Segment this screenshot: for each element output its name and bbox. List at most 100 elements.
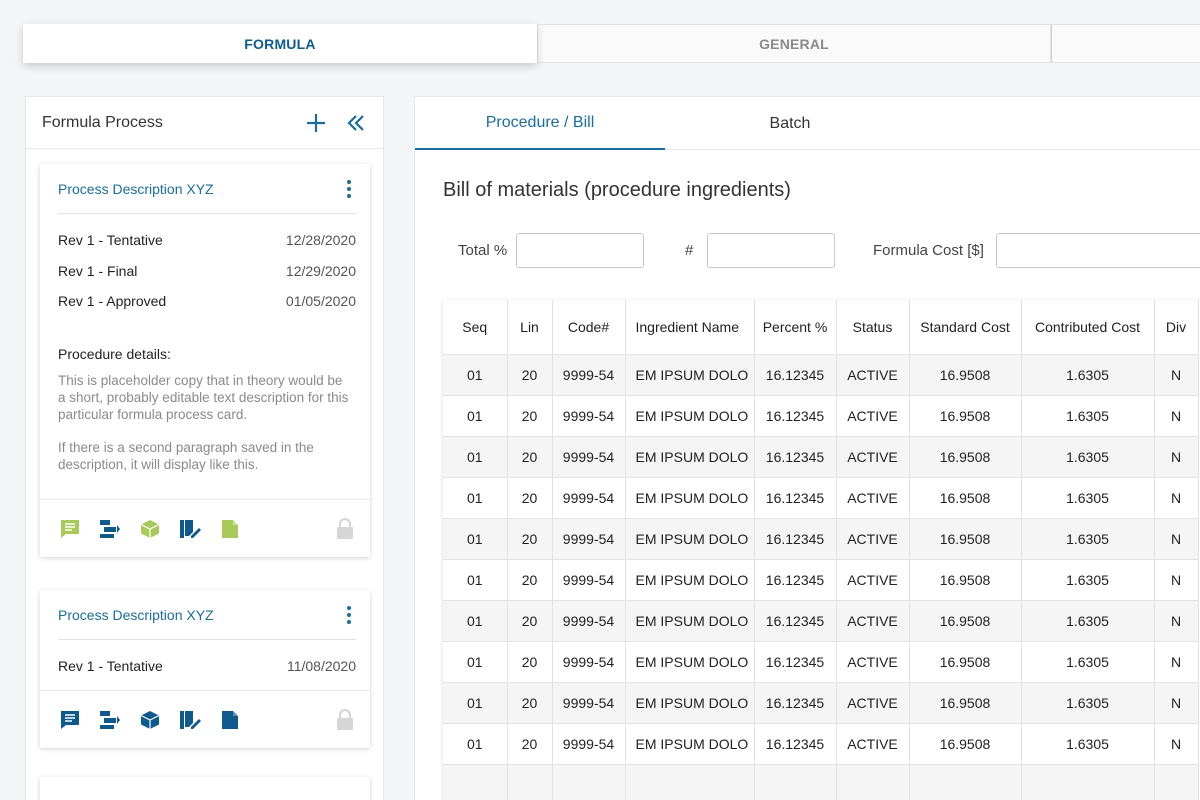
table-cell: 1.6305: [1021, 436, 1155, 478]
table-row[interactable]: 01 20 9999-54 EM IPSUM DOLO 16.12345 ACTIVE 16…: [443, 723, 1199, 765]
revision-row[interactable]: Rev 1 - Tentative 12/28/2020: [58, 232, 356, 263]
process-card[interactable]: [40, 777, 370, 800]
card-header: Process Description XYZ: [58, 590, 356, 640]
table-cell: 16.9508: [909, 477, 1022, 519]
table-cell: 20: [507, 477, 553, 519]
ingredients-table: Seq Lin Code# Ingredient Name Percent % Statu…: [443, 300, 1199, 800]
revision-row[interactable]: Rev 1 - Approved 01/05/2020: [58, 293, 356, 324]
table-row[interactable]: 01 20 9999-54 EM IPSUM DOLO 16.12345 ACTIVE 16…: [443, 518, 1199, 560]
table-cell: 20: [507, 436, 553, 478]
column-header[interactable]: Status: [836, 300, 910, 355]
bill-of-materials-table: Seq Lin Code# Ingredient Name Percent % Statu…: [443, 300, 1200, 800]
revision-date: 11/08/2020: [286, 658, 356, 674]
process-card[interactable]: Process Description XYZ Rev 1 - Tentativ…: [40, 590, 370, 748]
table-cell: ACTIVE: [836, 354, 910, 396]
process-flow-icon[interactable]: [99, 709, 121, 731]
column-header[interactable]: Lin: [507, 300, 553, 355]
table-cell: N: [1154, 436, 1199, 478]
process-flow-icon[interactable]: [99, 518, 121, 540]
table-row[interactable]: [443, 764, 1199, 800]
column-header[interactable]: Percent %: [754, 300, 837, 355]
table-cell: 16.9508: [909, 682, 1022, 724]
table-cell: 20: [507, 395, 553, 437]
revision-row[interactable]: Rev 1 - Tentative 11/08/2020: [58, 658, 356, 689]
process-card[interactable]: Process Description XYZ Rev 1 - Tentativ…: [40, 164, 370, 557]
revision-row[interactable]: Rev 1 - Final 12/29/2020: [58, 263, 356, 294]
comment-icon[interactable]: [59, 709, 81, 731]
column-header[interactable]: Standard Cost: [909, 300, 1022, 355]
kebab-menu-icon[interactable]: [342, 604, 356, 626]
tab-procedure-bill[interactable]: Procedure / Bill: [415, 97, 665, 150]
table-cell: 9999-54: [552, 600, 626, 642]
file-icon[interactable]: [219, 709, 241, 731]
panel-title: Formula Process: [42, 113, 163, 131]
table-cell: EM IPSUM DOLO: [625, 477, 755, 519]
formula-cost-label: Formula Cost [$]: [873, 242, 984, 259]
table-cell: 16.12345: [754, 682, 837, 724]
table-cell: 9999-54: [552, 436, 626, 478]
table-cell: 9999-54: [552, 354, 626, 396]
document-edit-icon[interactable]: [179, 518, 201, 540]
table-row[interactable]: 01 20 9999-54 EM IPSUM DOLO 16.12345 ACTIVE 16…: [443, 477, 1199, 519]
table-cell: 1.6305: [1021, 723, 1155, 765]
table-cell: 01: [443, 395, 508, 437]
card-title[interactable]: Process Description XYZ: [58, 607, 342, 623]
kebab-menu-icon[interactable]: [342, 178, 356, 200]
table-row[interactable]: 01 20 9999-54 EM IPSUM DOLO 16.12345 ACTIVE 16…: [443, 395, 1199, 437]
table-cell: 16.9508: [909, 354, 1022, 396]
table-cell: 20: [507, 518, 553, 560]
revision-name: Rev 1 - Tentative: [58, 658, 163, 674]
section-title: Bill of materials (procedure ingredients…: [443, 179, 791, 201]
file-icon[interactable]: [219, 518, 241, 540]
table-row[interactable]: 01 20 9999-54 EM IPSUM DOLO 16.12345 ACTIVE 16…: [443, 559, 1199, 601]
card-header: Process Description XYZ: [58, 164, 356, 214]
table-cell: 1.6305: [1021, 354, 1155, 396]
table-cell: 16.12345: [754, 559, 837, 601]
tab-third[interactable]: [1051, 24, 1200, 63]
table-cell: 9999-54: [552, 395, 626, 437]
table-row[interactable]: 01 20 9999-54 EM IPSUM DOLO 16.12345 ACTIVE 16…: [443, 354, 1199, 396]
table-cell: 1.6305: [1021, 395, 1155, 437]
table-cell: EM IPSUM DOLO: [625, 682, 755, 724]
table-header-row: Seq Lin Code# Ingredient Name Percent % Statu…: [443, 300, 1199, 355]
plus-icon[interactable]: [305, 112, 327, 134]
comment-icon[interactable]: [59, 518, 81, 540]
table-row[interactable]: 01 20 9999-54 EM IPSUM DOLO 16.12345 ACTIVE 16…: [443, 436, 1199, 478]
column-header[interactable]: Contributed Cost: [1021, 300, 1155, 355]
table-cell: EM IPSUM DOLO: [625, 354, 755, 396]
table-cell: 9999-54: [552, 682, 626, 724]
document-edit-icon[interactable]: [179, 709, 201, 731]
column-header[interactable]: Code#: [552, 300, 626, 355]
total-percent-input[interactable]: [516, 233, 644, 268]
table-cell: 1.6305: [1021, 600, 1155, 642]
tab-general[interactable]: GENERAL: [537, 24, 1051, 63]
table-cell: N: [1154, 682, 1199, 724]
card-title[interactable]: Process Description XYZ: [58, 181, 342, 197]
table-cell: N: [1154, 723, 1199, 765]
table-cell: [836, 764, 910, 800]
table-cell: ACTIVE: [836, 723, 910, 765]
procedure-tab-bar: Procedure / Bill Batch: [415, 97, 1200, 150]
package-box-icon[interactable]: [139, 709, 161, 731]
tab-formula[interactable]: FORMULA: [23, 24, 537, 63]
table-cell: 16.9508: [909, 559, 1022, 601]
column-header[interactable]: Seq: [443, 300, 508, 355]
table-cell: 16.9508: [909, 723, 1022, 765]
tab-batch[interactable]: Batch: [665, 97, 915, 150]
formula-cost-input[interactable]: [996, 233, 1200, 268]
procedure-paragraph: This is placeholder copy that in theory …: [58, 372, 349, 422]
column-header[interactable]: Ingredient Name: [625, 300, 755, 355]
count-input[interactable]: [707, 233, 835, 268]
package-box-icon[interactable]: [139, 518, 161, 540]
table-cell: 9999-54: [552, 723, 626, 765]
table-cell: N: [1154, 559, 1199, 601]
table-row[interactable]: 01 20 9999-54 EM IPSUM DOLO 16.12345 ACTIVE 16…: [443, 682, 1199, 724]
double-chevron-left-icon[interactable]: [345, 112, 367, 134]
table-row[interactable]: 01 20 9999-54 EM IPSUM DOLO 16.12345 ACTIVE 16…: [443, 600, 1199, 642]
revision-name: Rev 1 - Approved: [58, 293, 167, 309]
table-row[interactable]: 01 20 9999-54 EM IPSUM DOLO 16.12345 ACTIVE 16…: [443, 641, 1199, 683]
table-cell: ACTIVE: [836, 600, 910, 642]
column-header[interactable]: Div: [1154, 300, 1199, 355]
table-cell: N: [1154, 395, 1199, 437]
table-cell: 01: [443, 600, 508, 642]
